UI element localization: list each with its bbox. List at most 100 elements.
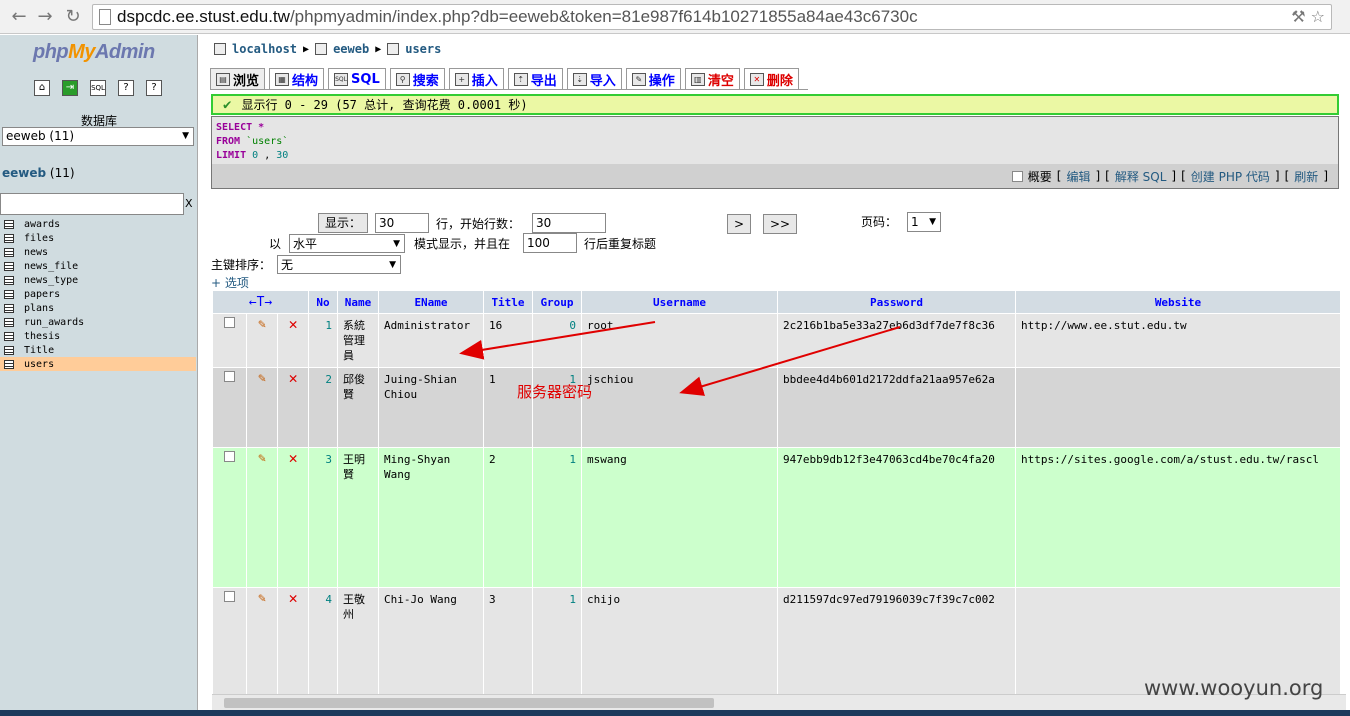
rows-count-input[interactable]: 30: [375, 213, 429, 233]
table-icon[interactable]: [4, 303, 14, 313]
row-checkbox[interactable]: [223, 371, 235, 382]
back-icon[interactable]: ←: [8, 6, 30, 28]
exit-icon[interactable]: ⇥: [62, 80, 78, 96]
table-icon[interactable]: [4, 331, 14, 341]
column-header-no[interactable]: No: [309, 291, 337, 313]
show-button[interactable]: 显示：: [318, 213, 368, 233]
delete-x-icon[interactable]: ✕: [289, 369, 298, 387]
bookmark-tool-icon[interactable]: ⚒: [1291, 7, 1305, 26]
tab-export[interactable]: ⇡ 导出: [507, 68, 563, 89]
column-header-group[interactable]: Group: [533, 291, 581, 313]
tab-drop[interactable]: ✕ 删除: [743, 68, 799, 89]
column-header-website[interactable]: Website: [1016, 291, 1340, 313]
sidebar-table-item[interactable]: papers: [0, 287, 196, 301]
column-header-ename[interactable]: EName: [379, 291, 483, 313]
edit-pencil-icon[interactable]: ✎: [258, 591, 266, 606]
edit-pencil-icon[interactable]: ✎: [258, 451, 266, 466]
docs-icon[interactable]: ?: [118, 80, 134, 96]
row-checkbox[interactable]: [223, 317, 235, 328]
column-header-password[interactable]: Password: [778, 291, 1015, 313]
delete-x-icon[interactable]: ✕: [289, 449, 298, 467]
edit-pencil-icon[interactable]: ✎: [258, 317, 266, 332]
delete-x-icon[interactable]: ✕: [289, 589, 298, 607]
tab-sql[interactable]: SQL SQL: [328, 68, 386, 89]
cell-website: [1016, 368, 1340, 447]
table-filter-input[interactable]: [0, 193, 184, 215]
column-header-title[interactable]: Title: [484, 291, 532, 313]
sidebar-table-item[interactable]: files: [0, 231, 196, 245]
table-icon[interactable]: [4, 233, 14, 243]
cell-title: 1: [484, 368, 532, 447]
table-icon[interactable]: [4, 345, 14, 355]
sidebar-table-item[interactable]: run_awards: [0, 315, 196, 329]
create-php-link[interactable]: 创建 PHP 代码: [1191, 168, 1270, 185]
tab-insert[interactable]: + 插入: [448, 68, 504, 89]
filter-clear-button[interactable]: X: [185, 197, 193, 210]
tab-browse[interactable]: ▤ 浏览: [210, 68, 266, 89]
cell-no: 2: [309, 368, 337, 447]
row-checkbox[interactable]: [223, 451, 235, 462]
sidebar-table-item[interactable]: news: [0, 245, 196, 259]
table-icon[interactable]: [4, 219, 14, 229]
sidebar-table-item[interactable]: Title: [0, 343, 196, 357]
help-icon[interactable]: ?: [146, 80, 162, 96]
taskbar: [0, 710, 1350, 716]
row-checkbox[interactable]: [223, 591, 235, 602]
table-row[interactable]: ✎ ✕ 2 邱俊賢 Juing-Shian Chiou 1 1 jschiou bbdee4d4…: [213, 368, 1340, 447]
sidebar-table-item[interactable]: news_type: [0, 273, 196, 287]
last-page-button[interactable]: >>: [763, 214, 797, 234]
scrollbar-thumb[interactable]: [224, 698, 714, 708]
table-row[interactable]: ✎ ✕ 3 王明賢 Ming-Shyan Wang 2 1 mswang 947ebb9db12…: [213, 448, 1340, 587]
sidebar-table-item[interactable]: plans: [0, 301, 196, 315]
tab-search[interactable]: ⚲ 搜索: [389, 68, 445, 89]
column-header-name[interactable]: Name: [338, 291, 378, 313]
column-header-username[interactable]: Username: [582, 291, 777, 313]
sidebar-table-item[interactable]: thesis: [0, 329, 196, 343]
chevron-down-icon: ▼: [929, 217, 936, 227]
start-row-input[interactable]: 30: [532, 213, 606, 233]
tab-empty[interactable]: ▥ 清空: [684, 68, 740, 89]
table-row[interactable]: ✎ ✕ 1 系統管理員 Administrator 16 0 root 2c216b1ba5e3…: [213, 314, 1340, 367]
delete-x-icon[interactable]: ✕: [289, 315, 298, 333]
profiling-checkbox[interactable]: [1011, 170, 1023, 182]
tab-import[interactable]: ⇣ 导入: [566, 68, 622, 89]
sidebar-table-item[interactable]: users: [0, 357, 196, 371]
forward-icon[interactable]: →: [34, 6, 56, 28]
address-bar[interactable]: dspcdc.ee.stust.edu.tw/phpmyadmin/index.…: [92, 4, 1332, 30]
edit-pencil-icon[interactable]: ✎: [258, 371, 266, 386]
breadcrumb-table[interactable]: users: [405, 42, 441, 56]
table-icon[interactable]: [4, 247, 14, 257]
next-page-button[interactable]: >: [727, 214, 751, 234]
table-icon[interactable]: [4, 261, 14, 271]
table-icon[interactable]: [4, 359, 14, 369]
explain-sql-link[interactable]: 解释 SQL: [1115, 168, 1167, 185]
database-select[interactable]: eeweb (11) ▼: [2, 127, 194, 146]
table-icon: [387, 43, 400, 55]
phpmyadmin-logo[interactable]: phpMyAdmin: [33, 41, 155, 64]
refresh-link[interactable]: 刷新: [1294, 168, 1318, 185]
star-icon[interactable]: ☆: [1311, 7, 1325, 26]
options-link[interactable]: + 选项: [211, 274, 249, 291]
breadcrumb-server[interactable]: localhost: [232, 42, 297, 56]
table-icon[interactable]: [4, 317, 14, 327]
page-select[interactable]: 1 ▼: [907, 212, 941, 232]
tab-structure[interactable]: ▦ 结构: [269, 68, 325, 89]
data-grid: ←T→ No Name EName Title Group Username P…: [212, 290, 1341, 704]
edit-sql-link[interactable]: 编辑: [1066, 168, 1090, 185]
sidebar-table-item[interactable]: news_file: [0, 259, 196, 273]
tab-operations[interactable]: ✎ 操作: [625, 68, 681, 89]
reload-icon[interactable]: ↻: [62, 6, 84, 28]
url-text[interactable]: dspcdc.ee.stust.edu.tw/phpmyadmin/index.…: [117, 7, 918, 27]
current-database[interactable]: eeweb (11): [2, 166, 75, 180]
table-icon[interactable]: [4, 289, 14, 299]
sql-query-icon[interactable]: SQL: [90, 80, 106, 96]
home-icon[interactable]: ⌂: [34, 80, 50, 96]
sidebar-table-item[interactable]: awards: [0, 217, 196, 231]
table-icon[interactable]: [4, 275, 14, 285]
sort-select[interactable]: 无 ▼: [277, 255, 401, 274]
repeat-header-input[interactable]: 100: [523, 233, 577, 253]
column-arrows[interactable]: ←T→: [213, 291, 308, 313]
breadcrumb-database[interactable]: eeweb: [333, 42, 369, 56]
display-mode-select[interactable]: 水平 ▼: [289, 234, 405, 253]
page-icon: [99, 9, 111, 25]
